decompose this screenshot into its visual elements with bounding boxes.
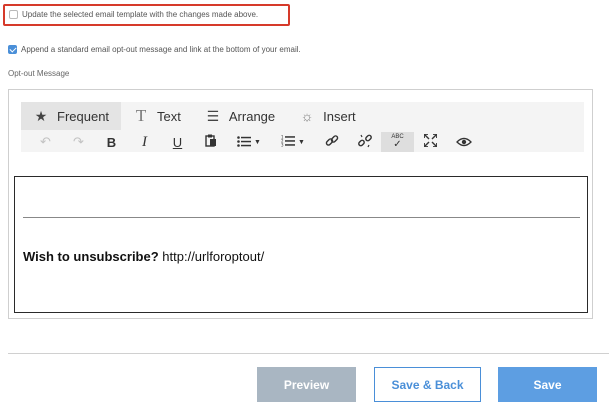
undo-icon: ↶ <box>40 134 51 149</box>
text-icon: T <box>135 106 147 125</box>
tab-insert[interactable]: ☼ Insert <box>287 102 368 130</box>
italic-icon: I <box>142 133 147 150</box>
link-icon <box>325 134 339 151</box>
italic-button[interactable]: I <box>128 132 161 152</box>
tab-arrange-label: Arrange <box>228 108 276 124</box>
tab-frequent[interactable]: ★ Frequent <box>21 102 122 130</box>
update-template-row[interactable]: Update the selected email template with … <box>9 10 258 19</box>
page: Update the selected email template with … <box>0 0 609 417</box>
eye-icon <box>455 135 472 150</box>
chevron-down-icon: ▼ <box>254 138 261 146</box>
save-button[interactable]: Save <box>498 367 597 402</box>
update-template-checkbox[interactable] <box>9 10 18 19</box>
fullscreen-icon <box>423 133 438 150</box>
unlink-icon <box>357 134 372 151</box>
star-icon: ★ <box>34 107 48 124</box>
redo-button[interactable]: ↷ <box>62 132 95 152</box>
append-optout-label: Append a standard email opt-out message … <box>21 45 301 54</box>
spellcheck-icon: ABC ✓ <box>391 134 404 150</box>
preview-button[interactable]: Preview <box>257 367 356 402</box>
bold-icon: B <box>106 134 117 150</box>
paste-button[interactable] <box>194 132 227 152</box>
undo-button[interactable]: ↶ <box>29 132 62 152</box>
paste-icon <box>204 134 217 150</box>
bold-button[interactable]: B <box>95 132 128 152</box>
chevron-down-icon: ▼ <box>298 138 305 146</box>
append-optout-checkbox[interactable] <box>8 45 17 54</box>
editor-toolbar: ★ Frequent T Text ☰ Arrange ☼ Insert ↶ ↷… <box>21 102 584 152</box>
tab-arrange[interactable]: ☰ Arrange <box>193 102 287 130</box>
lightbulb-icon: ☼ <box>300 108 314 124</box>
svg-text:3: 3 <box>281 142 284 147</box>
numbered-list-icon: 123 <box>281 134 296 150</box>
tab-text-label: Text <box>157 108 181 124</box>
toolbar-buttons: ↶ ↷ B I U ▼ 1 2 3 ▼ ABC ✓ <box>29 132 480 152</box>
toolbar-tabs: ★ Frequent T Text ☰ Arrange ☼ Insert <box>21 102 368 130</box>
optout-message-text: Wish to unsubscribe? http://urlforoptout… <box>23 249 264 264</box>
unsubscribe-question: Wish to unsubscribe? <box>23 249 159 264</box>
unlink-button[interactable] <box>348 132 381 152</box>
optout-message-label: Opt-out Message <box>8 69 70 78</box>
spellcheck-button[interactable]: ABC ✓ <box>381 132 414 152</box>
fullscreen-button[interactable] <box>414 132 447 152</box>
update-template-label: Update the selected email template with … <box>22 10 259 19</box>
optout-url: http://urlforoptout/ <box>158 249 265 264</box>
redo-icon: ↷ <box>73 134 84 149</box>
underline-button[interactable]: U <box>161 132 194 152</box>
align-icon: ☰ <box>206 107 220 124</box>
rich-text-editor: ★ Frequent T Text ☰ Arrange ☼ Insert ↶ ↷… <box>8 89 593 319</box>
append-optout-row[interactable]: Append a standard email opt-out message … <box>8 45 301 54</box>
bullet-list-button[interactable]: ▼ <box>227 132 271 152</box>
underline-icon: U <box>172 134 183 150</box>
save-and-back-button[interactable]: Save & Back <box>374 367 481 402</box>
horizontal-rule <box>23 217 580 218</box>
preview-eye-button[interactable] <box>447 132 480 152</box>
editor-content[interactable]: Wish to unsubscribe? http://urlforoptout… <box>14 176 588 313</box>
bullet-list-icon <box>237 135 252 150</box>
tab-frequent-label: Frequent <box>57 108 110 124</box>
link-button[interactable] <box>315 132 348 152</box>
numbered-list-button[interactable]: 123 ▼ <box>271 132 315 152</box>
section-divider <box>8 353 609 354</box>
tab-insert-label: Insert <box>323 108 356 124</box>
tab-text[interactable]: T Text <box>121 102 193 130</box>
